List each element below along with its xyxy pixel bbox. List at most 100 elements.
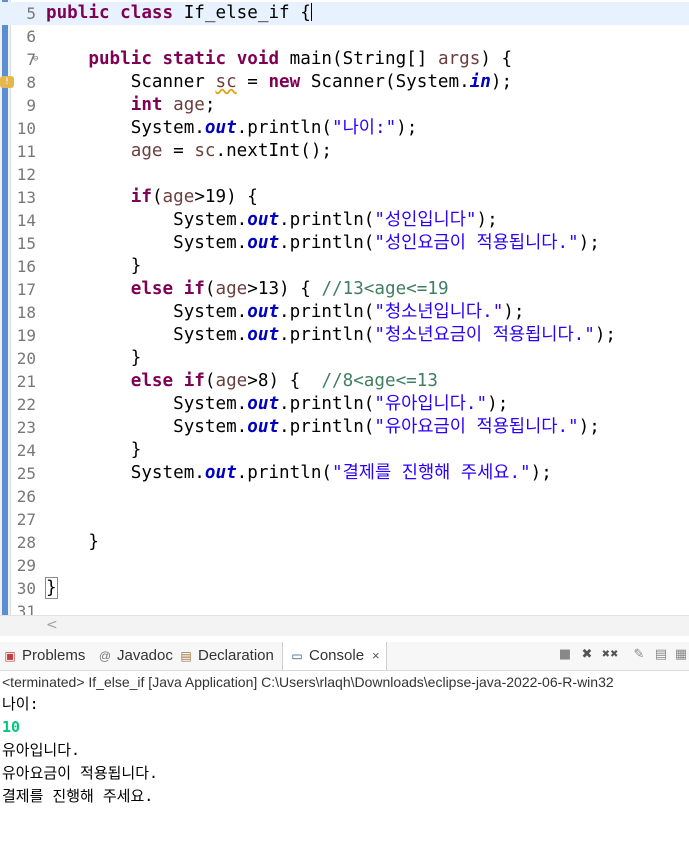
console-output-line: 결제를 진행해 주세요. (2, 787, 154, 805)
tab-problems[interactable]: ▣ Problems (2, 642, 85, 670)
code-text[interactable]: age = sc.nextInt(); (46, 140, 332, 163)
code-line[interactable]: 17 else if(age>13) { //13<age<=19 (0, 278, 689, 301)
code-text[interactable]: } (46, 531, 99, 554)
code-line[interactable]: 22 System.out.println("유아입니다."); (0, 393, 689, 416)
pin-console-icon[interactable]: ▦ (672, 646, 689, 664)
console-output-line: 나이: (2, 695, 39, 713)
tab-problems-label: Problems (22, 647, 86, 664)
code-text[interactable]: System.out.println("유아요금이 적용됩니다."); (46, 416, 600, 439)
scroll-left-icon[interactable]: < (46, 617, 58, 633)
line-number: 10 (16, 119, 36, 138)
code-line[interactable]: 20 } (0, 347, 689, 370)
line-number: 5 (26, 4, 36, 23)
tab-declaration-label: Declaration (198, 647, 274, 664)
code-text[interactable]: public class If_else_if { (46, 2, 312, 25)
line-number: 28 (16, 533, 36, 552)
code-line[interactable]: 14 System.out.println("성인입니다"); (0, 209, 689, 232)
code-line[interactable]: 16 } (0, 255, 689, 278)
console-icon: ▭ (291, 649, 303, 663)
line-number: 17 (16, 280, 36, 299)
code-text[interactable]: Scanner sc = new Scanner(System.in); (46, 71, 512, 94)
code-line[interactable]: 30} (0, 577, 689, 600)
code-line[interactable]: 11 age = sc.nextInt(); (0, 140, 689, 163)
remove-all-icon[interactable]: ✖✖ (598, 646, 622, 664)
code-line[interactable]: 26 (0, 485, 689, 508)
line-number: 22 (16, 395, 36, 414)
line-number: 25 (16, 464, 36, 483)
code-text[interactable]: if(age>19) { (46, 186, 258, 209)
code-line[interactable]: 13 if(age>19) { (0, 186, 689, 209)
console-output-line: 유아요금이 적용됩니다. (2, 764, 159, 782)
code-editor[interactable]: 5 public class If_else_if { 6 7 ⊖ public sta… (0, 0, 689, 615)
close-icon[interactable]: × (372, 648, 380, 663)
line-number: 20 (16, 349, 36, 368)
code-line[interactable]: 12 (0, 163, 689, 186)
line-number: 27 (16, 510, 36, 529)
line-number: 24 (16, 441, 36, 460)
code-line[interactable]: ! 8 Scanner sc = new Scanner(System.in); (0, 71, 689, 94)
code-text[interactable]: System.out.println("나이:"); (46, 117, 418, 140)
code-text[interactable]: System.out.println("성인요금이 적용됩니다."); (46, 232, 600, 255)
fold-toggle-icon[interactable]: ⊖ (33, 54, 38, 64)
code-line[interactable]: 31 (0, 600, 689, 615)
line-number: 6 (26, 27, 36, 46)
code-text[interactable]: System.out.println("청소년입니다."); (46, 301, 524, 324)
code-line[interactable]: 19 System.out.println("청소년요금이 적용됩니다."); (0, 324, 689, 347)
code-line[interactable]: 28 } (0, 531, 689, 554)
line-number: 12 (16, 165, 36, 184)
tab-declaration[interactable]: ▤ Declaration (178, 642, 274, 670)
tab-console[interactable]: ▭ Console × (282, 642, 387, 670)
code-line[interactable]: 27 (0, 508, 689, 531)
line-number: 15 (16, 234, 36, 253)
clear-console-icon[interactable]: ✎ (630, 646, 648, 664)
line-number: 31 (16, 602, 36, 615)
code-line[interactable]: 25 System.out.println("결제를 진행해 주세요."); (0, 462, 689, 485)
code-text[interactable]: int age; (46, 94, 216, 117)
code-text[interactable]: public static void main(String[] args) { (46, 48, 512, 71)
bottom-panel-tabs: ▣ Problems @ Javadoc ▤ Declaration ▭ Console… (0, 642, 689, 671)
scroll-lock-icon[interactable]: ▤ (652, 646, 670, 664)
tab-javadoc[interactable]: @ Javadoc (97, 642, 173, 670)
code-text[interactable]: } (46, 255, 142, 278)
code-line[interactable]: 18 System.out.println("청소년입니다."); (0, 301, 689, 324)
code-text[interactable]: System.out.println("결제를 진행해 주세요."); (46, 462, 552, 485)
stop-icon[interactable]: ■ (556, 646, 574, 664)
horizontal-scrollbar[interactable]: < (0, 615, 689, 636)
code-line[interactable]: 7 ⊖ public static void main(String[] args… (0, 48, 689, 71)
problems-icon: ▣ (4, 649, 16, 663)
declaration-icon: ▤ (180, 649, 192, 663)
line-number: 29 (16, 556, 36, 575)
line-number: 18 (16, 303, 36, 322)
javadoc-icon: @ (98, 649, 112, 663)
console-output-line: 유아입니다. (2, 741, 81, 759)
code-line[interactable]: 5 public class If_else_if { (0, 2, 689, 25)
tab-javadoc-label: Javadoc (117, 647, 173, 664)
code-line[interactable]: 6 (0, 25, 689, 48)
tab-console-label: Console (309, 647, 365, 664)
line-number: 26 (16, 487, 36, 506)
code-text[interactable]: System.out.println("성인입니다"); (46, 209, 498, 232)
line-number: 23 (16, 418, 36, 437)
line-number: 21 (16, 372, 36, 391)
code-line[interactable]: 21 else if(age>8) { //8<age<=13 (0, 370, 689, 393)
line-number: 16 (16, 257, 36, 276)
code-text[interactable]: } (45, 577, 58, 600)
remove-launch-icon[interactable]: ✖ (578, 646, 596, 664)
code-line[interactable]: 24 } (0, 439, 689, 462)
code-text[interactable]: else if(age>8) { //8<age<=13 (46, 370, 438, 393)
code-line[interactable]: 10 System.out.println("나이:"); (0, 117, 689, 140)
line-number: 14 (16, 211, 36, 230)
code-text[interactable]: else if(age>13) { //13<age<=19 (46, 278, 449, 301)
code-line[interactable]: 29 (0, 554, 689, 577)
console-output[interactable]: 나이: 10 유아입니다. 유아요금이 적용됩니다. 결제를 진행해 주세요. (0, 693, 689, 842)
code-text[interactable]: } (46, 347, 142, 370)
code-line[interactable]: 15 System.out.println("성인요금이 적용됩니다."); (0, 232, 689, 255)
code-text[interactable]: System.out.println("청소년요금이 적용됩니다."); (46, 324, 616, 347)
code-line[interactable]: 9 int age; (0, 94, 689, 117)
console-status: <terminated> If_else_if [Java Applicatio… (2, 674, 614, 690)
line-number: 8 (26, 73, 36, 92)
code-line[interactable]: 23 System.out.println("유아요금이 적용됩니다."); (0, 416, 689, 439)
line-number: 13 (16, 188, 36, 207)
code-text[interactable]: } (46, 439, 142, 462)
code-text[interactable]: System.out.println("유아입니다."); (46, 393, 508, 416)
